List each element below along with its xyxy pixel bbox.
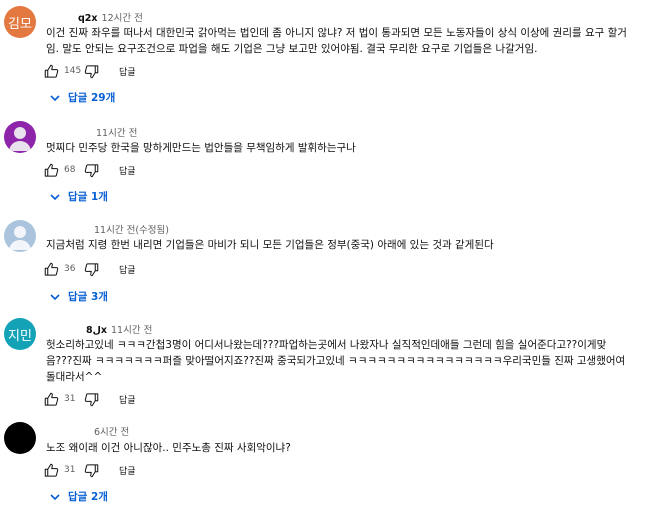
like-count: 145 bbox=[64, 66, 82, 76]
comment-time[interactable]: 11시간 전(수정됨) bbox=[94, 225, 169, 236]
comment-time[interactable]: 11시간 전 bbox=[111, 325, 152, 336]
like-count: 31 bbox=[64, 465, 76, 475]
view-replies-button[interactable]: 답글 3개 bbox=[50, 289, 108, 304]
chevron-down-icon bbox=[50, 193, 60, 200]
comment-text: 노조 왜이래 이건 아니잖아.. 민주노총 진짜 사회악이냐? bbox=[46, 440, 660, 456]
avatar[interactable] bbox=[4, 422, 36, 454]
view-replies-button[interactable]: 답글 29개 bbox=[50, 90, 115, 105]
like-icon[interactable] bbox=[44, 463, 59, 478]
dislike-icon[interactable] bbox=[84, 163, 99, 178]
comment-actions: 145 답글 bbox=[44, 63, 136, 79]
comment-line: 지금처럼 지령 한번 내리면 기업들은 마비가 되니 모든 기업들은 정부(중국… bbox=[46, 239, 494, 251]
replies-count: 답글 2개 bbox=[68, 491, 108, 503]
comment-time[interactable]: 6시간 전 bbox=[94, 427, 129, 438]
comment-actions: 31 답글 bbox=[44, 391, 136, 407]
reply-button[interactable]: 답글 bbox=[119, 464, 136, 477]
comment-line: 이건 진짜 좌우를 떠나서 대한민국 갉아먹는 법인데 좀 아니지 않냐? 저 … bbox=[46, 27, 627, 39]
comment-text: 지금처럼 지령 한번 내리면 기업들은 마비가 되니 모든 기업들은 정부(중국… bbox=[46, 237, 660, 253]
avatar[interactable] bbox=[4, 121, 36, 153]
like-count: 68 bbox=[64, 165, 76, 175]
dislike-icon[interactable] bbox=[84, 64, 99, 79]
author-name[interactable]: q2x bbox=[78, 13, 98, 24]
replies-count: 답글 3개 bbox=[68, 291, 108, 303]
comment-time[interactable]: 12시간 전 bbox=[102, 13, 143, 24]
comment-time[interactable]: 11시간 전 bbox=[96, 128, 137, 139]
comment-header: 6시간 전 bbox=[94, 424, 129, 438]
comment-header: ل8x 11시간 전 bbox=[86, 322, 152, 336]
like-icon[interactable] bbox=[44, 64, 59, 79]
reply-button[interactable]: 답글 bbox=[119, 164, 136, 177]
replies-count: 답글 1개 bbox=[68, 191, 108, 203]
dislike-icon[interactable] bbox=[84, 262, 99, 277]
like-count: 36 bbox=[64, 264, 76, 274]
comment-header: 11시간 전 bbox=[96, 125, 137, 139]
like-icon[interactable] bbox=[44, 392, 59, 407]
comment-text: 헛소리하고있네 ㅋㅋㅋ간첩3명이 어디서나왔는데???파업하는곳에서 나왔자나 … bbox=[46, 337, 660, 385]
like-icon[interactable] bbox=[44, 262, 59, 277]
like-count: 31 bbox=[64, 394, 76, 404]
comment-line: 임. 말도 안되는 요구조건으로 파업을 해도 기업은 그냥 보고만 있어야됨.… bbox=[46, 43, 538, 55]
comment-line: 음???진짜 ㅋㅋㅋㅋㅋㅋㅋ퍼즐 맞아떨어지죠??진짜 중국되가고있네 ㅋㅋㅋㅋ… bbox=[46, 355, 626, 367]
dislike-icon[interactable] bbox=[84, 392, 99, 407]
chevron-down-icon bbox=[50, 493, 60, 500]
chevron-down-icon bbox=[50, 94, 60, 101]
comment-line: 돌대라서^^ bbox=[46, 371, 103, 383]
dislike-icon[interactable] bbox=[84, 463, 99, 478]
comment-text: 멋찌다 민주당 한국을 망하게만드는 법안들을 무책임하게 발휘하는구나 bbox=[46, 140, 660, 156]
comment-actions: 36 답글 bbox=[44, 261, 136, 277]
avatar[interactable]: 지민 bbox=[4, 318, 36, 350]
avatar[interactable] bbox=[4, 220, 36, 252]
comment-line: 헛소리하고있네 ㅋㅋㅋ간첩3명이 어디서나왔는데???파업하는곳에서 나왔자나 … bbox=[46, 339, 607, 351]
comment-text: 이건 진짜 좌우를 떠나서 대한민국 갉아먹는 법인데 좀 아니지 않냐? 저 … bbox=[46, 25, 660, 57]
comment-line: 멋찌다 민주당 한국을 망하게만드는 법안들을 무책임하게 발휘하는구나 bbox=[46, 142, 356, 154]
avatar[interactable]: 김모 bbox=[4, 6, 36, 38]
like-icon[interactable] bbox=[44, 163, 59, 178]
comment-line: 노조 왜이래 이건 아니잖아.. 민주노총 진짜 사회악이냐? bbox=[46, 442, 291, 454]
reply-button[interactable]: 답글 bbox=[119, 65, 136, 78]
comment-header: 11시간 전(수정됨) bbox=[94, 222, 169, 236]
view-replies-button[interactable]: 답글 1개 bbox=[50, 189, 108, 204]
comment-header: q2x 12시간 전 bbox=[78, 10, 143, 24]
chevron-down-icon bbox=[50, 293, 60, 300]
user-silhouette-icon bbox=[9, 226, 31, 250]
reply-button[interactable]: 답글 bbox=[119, 393, 136, 406]
author-name[interactable]: ل8x bbox=[86, 325, 107, 336]
reply-button[interactable]: 답글 bbox=[119, 263, 136, 276]
replies-count: 답글 29개 bbox=[68, 92, 116, 104]
comment-actions: 31 답글 bbox=[44, 462, 136, 478]
view-replies-button[interactable]: 답글 2개 bbox=[50, 489, 108, 504]
user-silhouette-icon bbox=[9, 127, 31, 151]
comment-actions: 68 답글 bbox=[44, 162, 136, 178]
